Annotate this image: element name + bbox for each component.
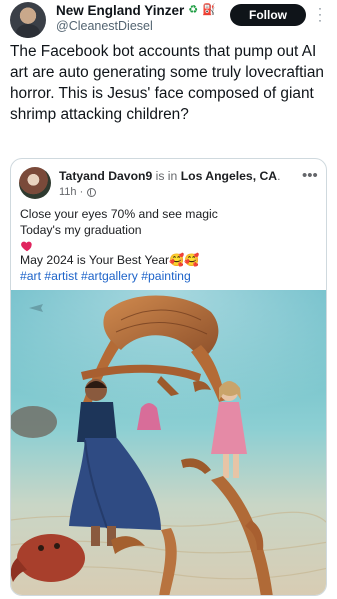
quoted-line-year: May 2024 is Your Best Year🥰🥰	[20, 253, 320, 269]
post-header: New England Yinzer ♻ ⛽ @CleanestDiesel F…	[10, 2, 330, 38]
handle[interactable]: @CleanestDiesel	[56, 19, 153, 33]
quoted-line: Today's my graduation	[20, 222, 142, 237]
shrimp-jesus-image	[11, 290, 326, 595]
quoted-line-text: May 2024 is Your Best Year	[20, 253, 170, 268]
quoted-location[interactable]: Los Angeles, CA	[181, 169, 277, 183]
more-icon[interactable]: · · ·	[315, 2, 325, 26]
quoted-more-icon[interactable]: •••	[302, 167, 318, 184]
quoted-author-name[interactable]: Tatyand Davon9	[59, 169, 152, 183]
avatar[interactable]	[10, 2, 46, 38]
globe-icon	[87, 187, 97, 197]
quoted-time[interactable]: 11h ·	[59, 186, 83, 198]
quoted-author-line: Tatyand Davon9 is in Los Angeles, CA.	[59, 169, 280, 183]
hashtags[interactable]: #art #artist #artgallery #painting	[20, 269, 320, 285]
author-name-row: New England Yinzer ♻ ⛽	[56, 3, 216, 18]
quoted-connector: is in	[152, 169, 181, 183]
quoted-post-card[interactable]: Tatyand Davon9 is in Los Angeles, CA. 11…	[10, 158, 327, 596]
recycle-badge-icon: ♻	[188, 4, 199, 16]
ai-generated-image[interactable]	[11, 290, 326, 595]
post-text: The Facebook bot accounts that pump out …	[10, 43, 324, 123]
display-name[interactable]: New England Yinzer	[56, 3, 184, 18]
fuel-pump-badge-icon: ⛽	[202, 4, 216, 16]
quoted-location-suffix: .	[277, 169, 281, 183]
quoted-timestamp-row: 11h ·	[59, 186, 97, 198]
heart-emoji-icon	[21, 241, 32, 252]
smiling-face-hearts-icon: 🥰🥰	[169, 253, 200, 268]
quoted-avatar[interactable]	[19, 167, 51, 199]
quoted-line: Close your eyes 70% and see magic	[20, 207, 218, 221]
quoted-body: Close your eyes 70% and see magic Today'…	[20, 207, 320, 284]
follow-button[interactable]: Follow	[230, 4, 306, 26]
